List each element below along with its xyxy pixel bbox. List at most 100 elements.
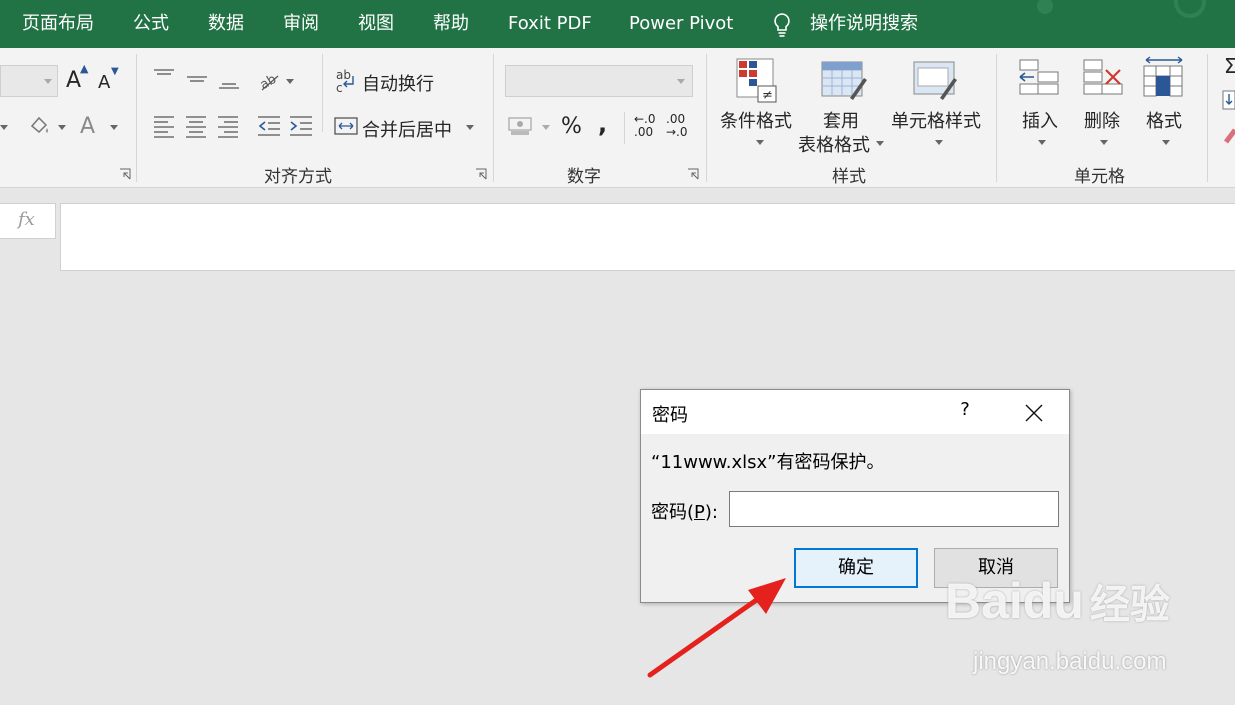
fx-icon: fx xyxy=(18,209,35,230)
tab-data[interactable]: 数据 xyxy=(208,12,244,36)
watermark-url: jingyan.baidu.com xyxy=(973,648,1167,675)
clear-icon[interactable] xyxy=(1224,126,1235,148)
group-separator xyxy=(136,54,137,182)
increase-decimal-top: ←.0 xyxy=(634,112,656,126)
caret-down-icon: ▼ xyxy=(111,66,119,77)
decrease-font-size-button[interactable]: A xyxy=(98,72,110,93)
chevron-down-icon xyxy=(677,79,685,84)
wrap-text-button[interactable]: 自动换行 xyxy=(362,70,434,96)
tab-formulas[interactable]: 公式 xyxy=(133,12,169,36)
format-cells-icon xyxy=(1142,56,1186,106)
password-label-colon: ): xyxy=(704,502,718,523)
svg-text:ab: ab xyxy=(258,72,279,92)
align-left-icon[interactable] xyxy=(153,114,175,142)
number-group-label: 数字 xyxy=(567,167,601,187)
dialog-launcher-icon[interactable] xyxy=(119,168,131,180)
tab-help[interactable]: 帮助 xyxy=(433,12,469,36)
chevron-down-icon xyxy=(542,125,550,130)
formula-input[interactable] xyxy=(60,203,1235,271)
ok-button[interactable]: 确定 xyxy=(794,548,918,588)
format-as-table-line1[interactable]: 套用 xyxy=(823,107,859,133)
align-top-icon[interactable] xyxy=(152,68,176,88)
chevron-down-icon xyxy=(110,125,118,130)
tab-power-pivot[interactable]: Power Pivot xyxy=(629,12,733,36)
tab-foxit-pdf[interactable]: Foxit PDF xyxy=(508,12,592,36)
svg-text:ab: ab xyxy=(336,68,351,82)
chevron-down-icon xyxy=(1100,140,1108,145)
password-label: 密码(P): xyxy=(651,498,718,524)
chevron-down-icon xyxy=(1038,140,1046,145)
autosum-button[interactable]: Σ xyxy=(1224,54,1235,78)
chevron-down-icon xyxy=(286,79,294,84)
format-as-table-icon xyxy=(820,58,868,108)
fill-color-icon[interactable] xyxy=(28,114,52,142)
insert-cells-icon xyxy=(1018,58,1064,106)
password-protected-message: “11www.xlsx”有密码保护。 xyxy=(651,452,885,473)
font-color-button[interactable]: A xyxy=(80,114,95,139)
ribbon-tab-bar: 页面布局 公式 数据 审阅 视图 帮助 Foxit PDF Power Pivo… xyxy=(0,0,1235,48)
format-as-table-line2[interactable]: 表格格式 xyxy=(798,131,870,157)
delete-cells-button[interactable]: 删除 xyxy=(1084,107,1120,133)
conditional-formatting-icon: ≠ xyxy=(736,58,778,108)
password-input[interactable] xyxy=(729,491,1059,527)
chevron-down-icon xyxy=(44,79,52,84)
styles-group-label: 样式 xyxy=(832,167,866,187)
number-format-combo[interactable] xyxy=(505,65,693,97)
cell-styles-button[interactable]: 单元格样式 xyxy=(891,107,981,133)
align-right-icon[interactable] xyxy=(217,114,239,142)
delete-cells-icon xyxy=(1082,58,1128,106)
cell-styles-icon xyxy=(912,58,960,108)
lightbulb-icon[interactable] xyxy=(772,12,792,42)
increase-decimal-button[interactable]: ←.0.00 xyxy=(634,113,656,139)
decrease-decimal-button[interactable]: .00 →.0 xyxy=(666,113,688,139)
tab-page-layout[interactable]: 页面布局 xyxy=(22,12,94,36)
group-separator xyxy=(996,54,997,182)
baidu-watermark: Baidu 经验 jingyan.baidu.com xyxy=(945,572,1235,682)
dialog-launcher-icon[interactable] xyxy=(475,168,487,180)
chevron-down-icon xyxy=(0,125,8,130)
conditional-formatting-button[interactable]: 条件格式 xyxy=(720,107,792,133)
chevron-down-icon xyxy=(466,125,474,130)
align-middle-icon[interactable] xyxy=(185,73,209,93)
tab-review[interactable]: 审阅 xyxy=(283,12,319,36)
svg-text:c: c xyxy=(336,81,343,94)
group-separator xyxy=(1207,54,1208,182)
tab-bar-decoration xyxy=(1037,0,1206,18)
group-separator xyxy=(493,54,494,182)
dialog-launcher-icon[interactable] xyxy=(687,168,699,180)
fill-icon[interactable] xyxy=(1222,90,1235,114)
merge-center-icon xyxy=(334,114,358,142)
align-bottom-icon[interactable] xyxy=(217,78,241,98)
group-separator xyxy=(706,54,707,182)
close-icon[interactable] xyxy=(1021,400,1047,426)
help-button[interactable]: ? xyxy=(955,399,975,425)
percent-style-button[interactable]: % xyxy=(561,114,582,139)
wrap-text-icon: ab c xyxy=(335,68,357,98)
align-center-icon[interactable] xyxy=(185,114,207,142)
format-cells-button[interactable]: 格式 xyxy=(1146,107,1182,133)
decrease-indent-icon[interactable] xyxy=(257,114,281,142)
orientation-icon[interactable]: ab xyxy=(258,70,282,96)
tab-view[interactable]: 视图 xyxy=(358,12,394,36)
increase-indent-icon[interactable] xyxy=(289,114,313,142)
decrease-decimal-top: .00 xyxy=(666,112,686,126)
chevron-down-icon xyxy=(58,125,66,130)
accounting-format-icon[interactable] xyxy=(508,116,534,140)
svg-text:≠: ≠ xyxy=(762,88,773,103)
group-separator xyxy=(322,54,323,132)
caret-up-icon: ▲ xyxy=(80,62,89,75)
watermark-brand: Baidu 经验 xyxy=(945,572,1170,630)
alignment-group-label: 对齐方式 xyxy=(264,167,332,187)
tell-me-search[interactable]: 操作说明搜索 xyxy=(810,12,918,36)
decrease-decimal-bottom: →.0 xyxy=(666,125,688,139)
password-label-text: 密码( xyxy=(651,502,695,523)
merge-center-button[interactable]: 合并后居中 xyxy=(362,116,452,142)
comma-style-button[interactable]: , xyxy=(598,110,607,138)
watermark-brand-en: Baidu xyxy=(945,573,1084,629)
insert-function-button[interactable]: fx xyxy=(0,203,56,239)
insert-cells-button[interactable]: 插入 xyxy=(1022,107,1058,133)
chevron-down-icon xyxy=(756,140,764,145)
chevron-down-icon xyxy=(876,141,884,146)
increase-font-size-button[interactable]: A xyxy=(66,68,81,93)
increase-decimal-bottom: .00 xyxy=(634,125,654,139)
